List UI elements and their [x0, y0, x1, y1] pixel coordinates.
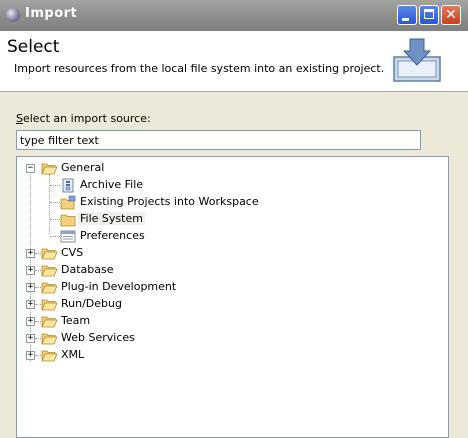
import-wizard-icon	[393, 38, 441, 82]
expand-icon[interactable]: +	[26, 249, 35, 258]
tree-label: Team	[61, 314, 91, 327]
folder-open-icon	[41, 316, 58, 328]
tree-item-cvs[interactable]: + CVS	[17, 245, 448, 262]
tree-label: General	[61, 161, 105, 174]
tree-item-web-services[interactable]: + Web Services	[17, 330, 448, 347]
folder-open-icon	[41, 265, 58, 277]
eclipse-icon	[6, 8, 20, 22]
minimize-icon	[402, 18, 409, 21]
expand-icon[interactable]: +	[26, 334, 35, 343]
tree-label: Database	[61, 263, 114, 276]
expand-icon[interactable]: +	[26, 317, 35, 326]
tree-item-general[interactable]: − General	[17, 160, 448, 177]
minimize-button[interactable]	[397, 5, 417, 25]
tree-item-xml[interactable]: + XML	[17, 347, 448, 364]
import-source-label-text: elect an import source:	[22, 112, 151, 125]
expand-icon[interactable]: +	[26, 300, 35, 309]
tree-item-database[interactable]: + Database	[17, 262, 448, 279]
tree-label: Plug-in Development	[61, 280, 177, 293]
folder-open-icon	[41, 282, 58, 294]
preferences-icon	[60, 230, 76, 243]
close-button[interactable]: ✕	[441, 5, 461, 25]
expand-icon[interactable]: +	[26, 283, 35, 292]
close-icon: ✕	[445, 7, 457, 23]
folder-open-icon	[41, 350, 58, 362]
tree-label: Archive File	[80, 178, 144, 191]
tree-label: Existing Projects into Workspace	[80, 195, 259, 208]
tree-item-file-system[interactable]: File System	[17, 211, 448, 228]
tree-label: CVS	[61, 246, 84, 259]
tree-label: Run/Debug	[61, 297, 122, 310]
tree-item-archive-file[interactable]: Archive File	[17, 177, 448, 194]
import-source-tree[interactable]: − General Archive File Existing Projects…	[16, 156, 449, 438]
tree-item-run-debug[interactable]: + Run/Debug	[17, 296, 448, 313]
page-description: Import resources from the local file sys…	[14, 62, 385, 75]
folder-open-icon	[41, 163, 58, 175]
mnemonic-letter: S	[16, 112, 23, 125]
window-title: Import	[25, 6, 78, 21]
folder-open-icon	[41, 333, 58, 345]
wizard-header: Select Import resources from the local f…	[0, 31, 468, 92]
maximize-button[interactable]	[419, 5, 439, 25]
content-area: Select an import source: − General Archi…	[0, 92, 468, 438]
import-source-label: Select an import source:	[16, 112, 151, 125]
folder-icon	[60, 214, 76, 227]
tree-label: Web Services	[61, 331, 135, 344]
expand-icon[interactable]: +	[26, 351, 35, 360]
expand-icon[interactable]: +	[26, 266, 35, 275]
tree-label: Preferences	[80, 229, 145, 242]
tree-item-team[interactable]: + Team	[17, 313, 448, 330]
page-title: Select	[7, 37, 60, 57]
existing-projects-icon	[60, 195, 76, 210]
tree-item-preferences[interactable]: Preferences	[17, 228, 448, 245]
folder-open-icon	[41, 299, 58, 311]
filter-input[interactable]	[16, 130, 421, 150]
tree-item-existing-projects[interactable]: Existing Projects into Workspace	[17, 194, 448, 211]
collapse-icon[interactable]: −	[26, 164, 35, 173]
title-bar[interactable]: Import ✕	[0, 0, 468, 31]
tree-label: XML	[61, 348, 85, 361]
maximize-icon	[424, 9, 434, 19]
archive-file-icon	[62, 178, 74, 193]
folder-open-icon	[41, 248, 58, 260]
tree-label: File System	[78, 212, 145, 225]
tree-item-plugin-development[interactable]: + Plug-in Development	[17, 279, 448, 296]
